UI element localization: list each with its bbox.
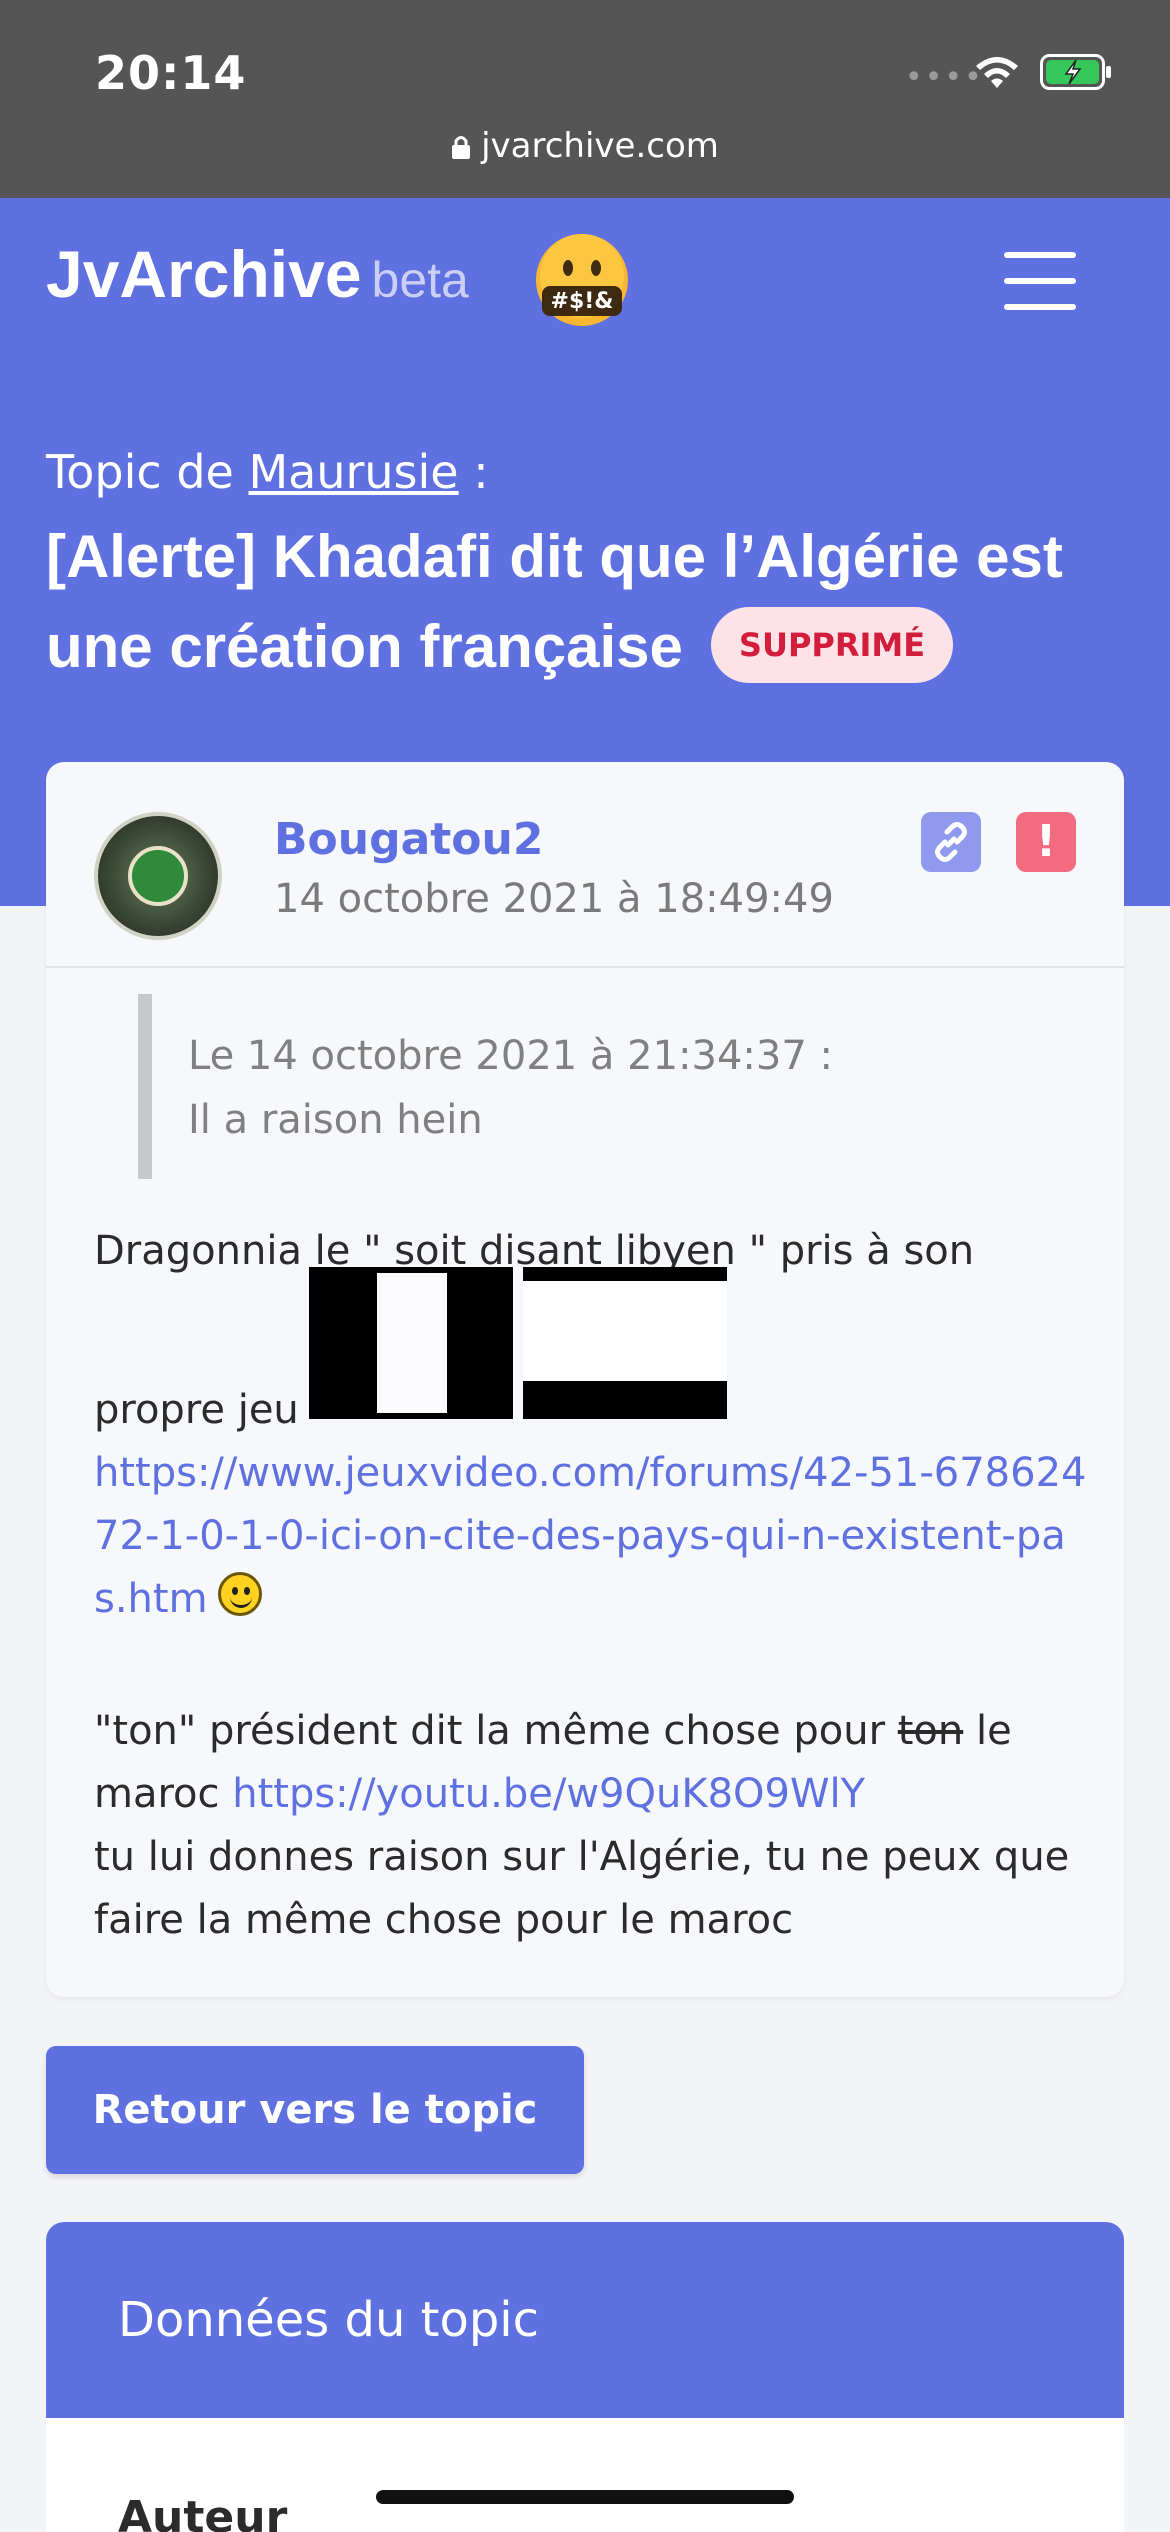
- page-title: [Alerte] Khadafi dit que l’Algérie est u…: [46, 512, 1136, 692]
- site-logo[interactable]: JvArchive beta: [46, 236, 469, 312]
- logo-beta: beta: [371, 252, 469, 308]
- battery-charging-icon: [1040, 54, 1111, 90]
- topic-prefix-colon: :: [458, 445, 489, 499]
- post-author-link[interactable]: Bougatou2: [274, 814, 543, 865]
- status-badge: SUPPRIMÉ: [710, 607, 954, 684]
- quote-header: Le 14 octobre 2021 à 21:34:37 :: [188, 1033, 833, 1079]
- emoji-symbols: #$!&: [551, 289, 614, 314]
- quote-text: Il a raison hein: [188, 1097, 483, 1143]
- topic-prefix-label: Topic de: [46, 445, 234, 499]
- swearing-face-icon: #$!&: [536, 234, 628, 326]
- url-text: jvarchive.com: [481, 126, 719, 166]
- wifi-icon: [976, 57, 1018, 88]
- topic-prefix: Topic de Maurusie :: [46, 445, 489, 499]
- logo-text: JvArchive: [46, 237, 362, 311]
- post-text: tu lui donnes raison sur l'Algérie, tu n…: [94, 1834, 1070, 1943]
- link-icon: [935, 822, 967, 862]
- divider: [46, 966, 1124, 968]
- strikethrough-text: ton: [897, 1708, 964, 1754]
- back-to-topic-button[interactable]: Retour vers le topic: [46, 2046, 584, 2174]
- youtube-link[interactable]: https://youtu.be/w9QuK8O9WlY: [232, 1771, 865, 1817]
- menu-icon[interactable]: [1004, 252, 1076, 310]
- image-thumbnail[interactable]: [308, 1267, 513, 1419]
- lock-icon: [452, 136, 471, 159]
- status-bar: 20:14 •••• jvarchive.com: [0, 0, 1170, 198]
- status-time: 20:14: [95, 46, 247, 100]
- avatar[interactable]: [94, 812, 222, 940]
- url-bar[interactable]: jvarchive.com: [0, 126, 1170, 166]
- panel-title: Données du topic: [46, 2222, 1124, 2418]
- post-date: 14 octobre 2021 à 18:49:49: [274, 876, 834, 922]
- post-paragraph: Dragonnia le " soit disant libyen " pris…: [94, 1220, 1094, 1631]
- permalink-button[interactable]: [921, 812, 981, 872]
- image-thumbnail[interactable]: [522, 1267, 727, 1419]
- quote-block: Le 14 octobre 2021 à 21:34:37 : Il a rai…: [138, 994, 1038, 1179]
- post-text: "ton" président dit la même chose pour: [94, 1708, 898, 1754]
- post-text-line: propre jeu: [94, 1387, 299, 1433]
- topic-data-panel: Données du topic Auteur: [46, 2222, 1124, 2532]
- image-thumbnails: [308, 1267, 737, 1438]
- home-indicator[interactable]: [376, 2490, 794, 2504]
- report-button[interactable]: !: [1016, 812, 1076, 872]
- post-paragraph: "ton" président dit la même chose pour t…: [94, 1700, 1094, 1952]
- author-label: Auteur: [118, 2492, 288, 2532]
- topic-author-link[interactable]: Maurusie: [248, 445, 458, 499]
- post-card: Bougatou2 14 octobre 2021 à 18:49:49 ! L…: [46, 762, 1124, 1997]
- smiley-icon: [217, 1572, 262, 1616]
- alert-icon: !: [1035, 816, 1057, 867]
